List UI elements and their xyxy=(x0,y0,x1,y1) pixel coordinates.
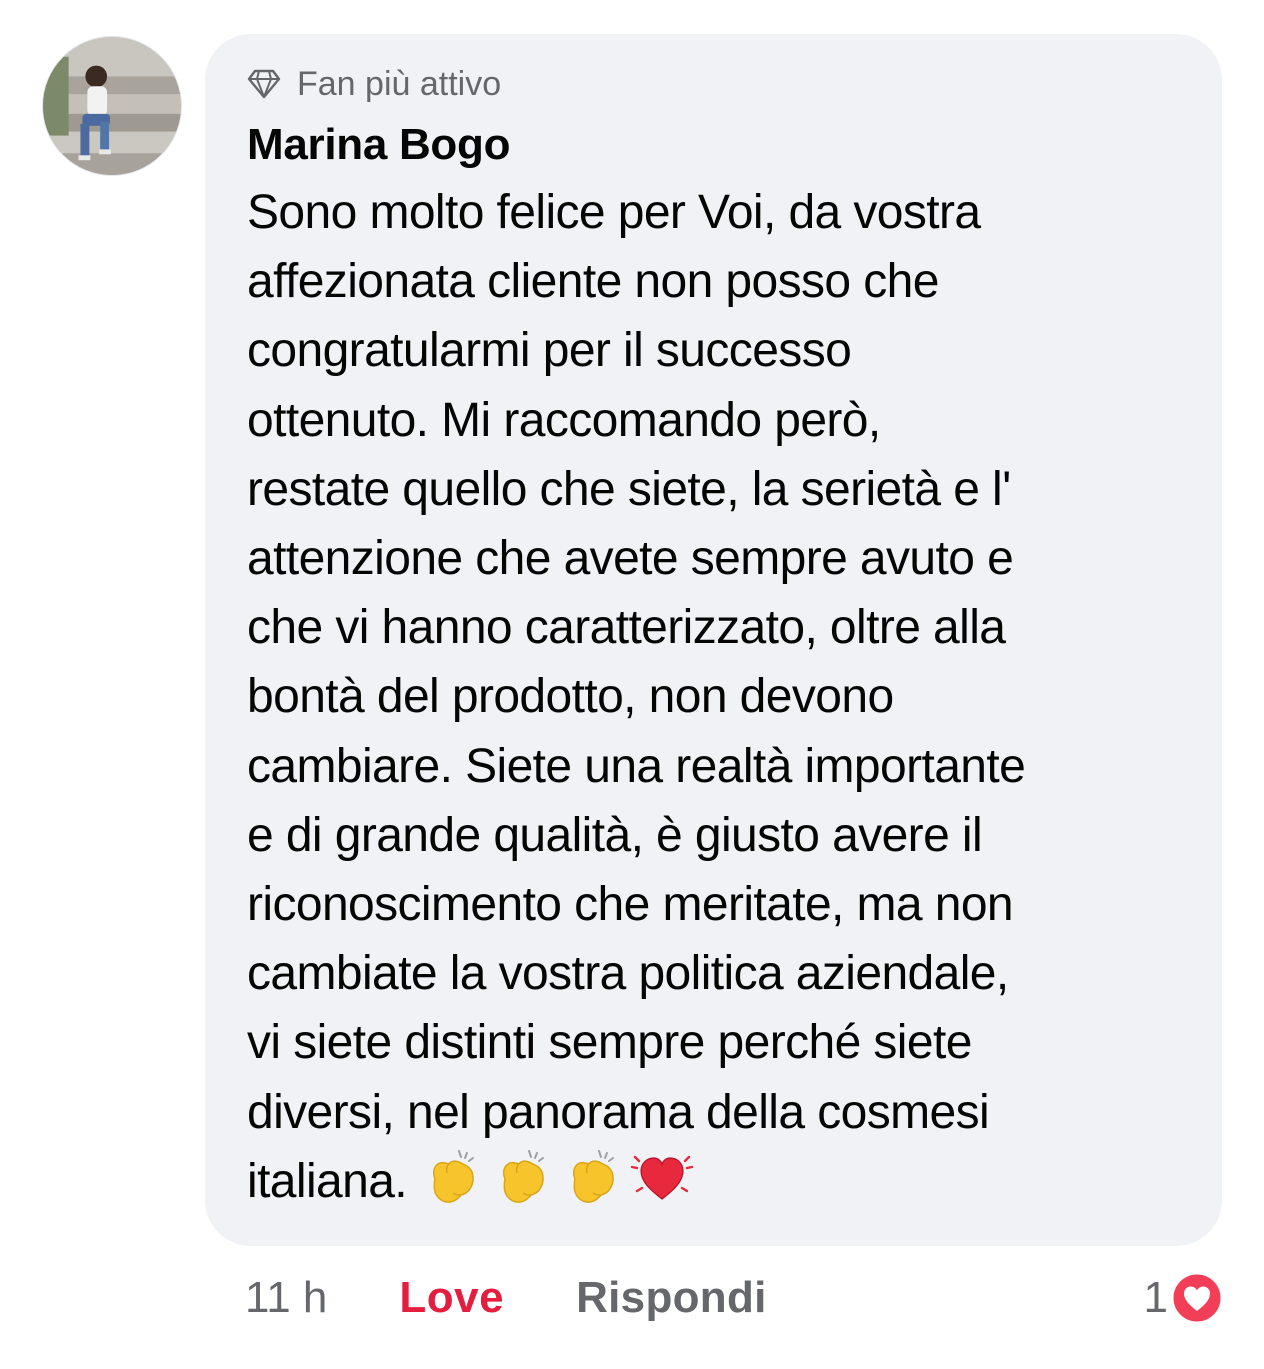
comment-line: che vi hanno caratterizzato, oltre alla xyxy=(247,601,1006,655)
avatar[interactable] xyxy=(42,36,182,176)
comment-line: vi siete distinti sempre perché siete xyxy=(247,1016,972,1070)
badge-label: Fan più attivo xyxy=(297,64,502,103)
clapping-hands-emoji xyxy=(559,1145,625,1211)
comment-bubble: Fan più attivo Marina Bogo Sono molto fe… xyxy=(205,34,1222,1246)
comment-line: e di grande qualità, è giusto avere il xyxy=(247,808,983,862)
comment-line: ottenuto. Mi raccomando però, xyxy=(247,393,881,447)
comment-line: cambiare. Siete una realtà importante xyxy=(247,739,1026,793)
comment-line: congratularmi per il successo xyxy=(247,324,852,378)
reaction-summary[interactable]: 1 xyxy=(1144,1268,1224,1328)
comment-text: Sono molto felice per Voi, da vostra aff… xyxy=(247,178,1182,1217)
top-fan-badge: Fan più attivo xyxy=(247,62,1182,106)
clapping-hands-emoji xyxy=(419,1145,485,1211)
comment-author[interactable]: Marina Bogo xyxy=(247,114,1182,176)
comment-line: restate quello che siete, la serietà e l… xyxy=(247,462,1011,516)
comment-line: attenzione che avete sempre avuto e xyxy=(247,532,1014,586)
beating-heart-emoji xyxy=(629,1145,695,1211)
comment-line: riconoscimento che meritate, ma non xyxy=(247,878,1014,932)
emoji-group xyxy=(419,1145,699,1211)
comment-actions: 11 h Love Rispondi xyxy=(245,1268,767,1328)
comment-line: diversi, nel panorama della cosmesi xyxy=(247,1085,990,1139)
comment-line: cambiate la vostra politica aziendale, xyxy=(247,947,1009,1001)
comment-line: italiana. xyxy=(247,1154,408,1208)
comment-last-line: italiana. xyxy=(247,1147,1182,1217)
comment-line: Sono molto felice per Voi, da vostra xyxy=(247,186,981,239)
comment-line: bontà del prodotto, non devono xyxy=(247,670,894,724)
reply-button[interactable]: Rispondi xyxy=(576,1273,767,1323)
comment-timestamp[interactable]: 11 h xyxy=(245,1273,327,1323)
love-button[interactable]: Love xyxy=(399,1273,504,1323)
diamond-icon xyxy=(247,69,281,99)
love-reaction-icon xyxy=(1170,1271,1224,1325)
reaction-count: 1 xyxy=(1143,1273,1168,1322)
comment-line: affezionata cliente non posso che xyxy=(247,255,939,309)
clapping-hands-emoji xyxy=(489,1145,555,1211)
